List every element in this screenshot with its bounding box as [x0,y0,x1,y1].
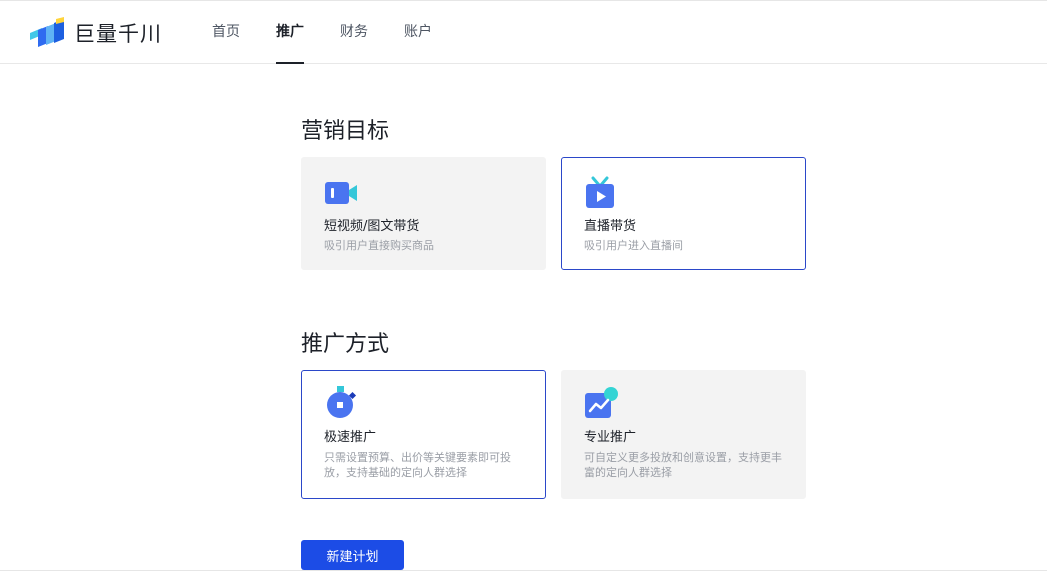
stopwatch-icon [327,386,357,418]
page-bottom-divider [0,570,1047,571]
card-description: 只需设置预算、出价等关键要素即可投放，支持基础的定向人群选择 [324,451,511,479]
card-description: 吸引用户进入直播间 [584,239,683,252]
brand-logo[interactable]: 巨量千川 [28,15,162,51]
logo-icon [30,17,64,47]
top-navigation-bar: 巨量千川 首页 推广 财务 账户 [0,0,1047,64]
main-nav: 首页 推广 财务 账户 [212,1,468,64]
card-title: 极速推广 [324,430,377,445]
marketing-goal-title: 营销目标 [301,119,390,144]
card-description: 可自定义更多投放和创意设置，支持更丰富的定向人群选择 [584,451,782,479]
card-title: 专业推广 [584,430,637,445]
live-tv-icon [586,176,614,208]
card-description: 吸引用户直接购买商品 [324,239,434,252]
nav-item-account[interactable]: 账户 [404,1,432,64]
video-camera-icon [325,182,357,204]
create-plan-button[interactable]: 新建计划 [301,540,404,570]
method-option-professional[interactable]: 专业推广 可自定义更多投放和创意设置，支持更丰富的定向人群选择 [561,370,806,499]
method-option-quick[interactable]: 极速推广 只需设置预算、出价等关键要素即可投放，支持基础的定向人群选择 [301,370,546,499]
nav-item-home[interactable]: 首页 [212,1,240,64]
promotion-method-title: 推广方式 [301,332,390,357]
trend-chart-icon [585,387,618,418]
brand-name: 巨量千川 [74,22,162,46]
card-title: 短视频/图文带货 [324,219,420,234]
goal-option-live-stream[interactable]: 直播带货 吸引用户进入直播间 [561,157,806,270]
nav-item-promotion[interactable]: 推广 [276,1,304,64]
card-title: 直播带货 [584,219,637,234]
nav-item-finance[interactable]: 财务 [340,1,368,64]
goal-option-short-video[interactable]: 短视频/图文带货 吸引用户直接购买商品 [301,157,546,270]
